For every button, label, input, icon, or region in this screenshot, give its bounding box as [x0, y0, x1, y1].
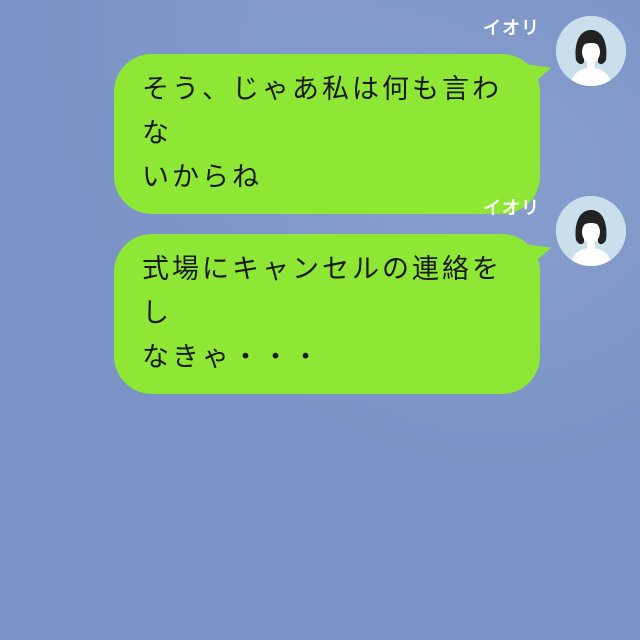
woman-avatar-icon	[556, 16, 626, 86]
message-text-line: そう、じゃあ私は何も言わな	[142, 74, 502, 149]
avatar[interactable]	[556, 196, 626, 266]
bubble-tail	[528, 59, 554, 85]
message-text-line: なきゃ・・・	[142, 342, 322, 373]
chat-area: イオリ そう、じゃあ私は何も言わな いからね イオリ 式場にキャンセルの連絡をし…	[0, 0, 640, 640]
message-bubble[interactable]: 式場にキャンセルの連絡をし なきゃ・・・	[114, 234, 554, 394]
woman-avatar-icon	[556, 196, 626, 266]
message-bubble[interactable]: そう、じゃあ私は何も言わな いからね	[114, 54, 554, 214]
bubble-tail	[528, 239, 554, 265]
message-text-line: 式場にキャンセルの連絡をし	[142, 254, 502, 329]
sender-name: イオリ	[483, 198, 540, 219]
sender-name: イオリ	[483, 18, 540, 39]
avatar[interactable]	[556, 16, 626, 86]
message-text-line: いからね	[142, 162, 262, 193]
